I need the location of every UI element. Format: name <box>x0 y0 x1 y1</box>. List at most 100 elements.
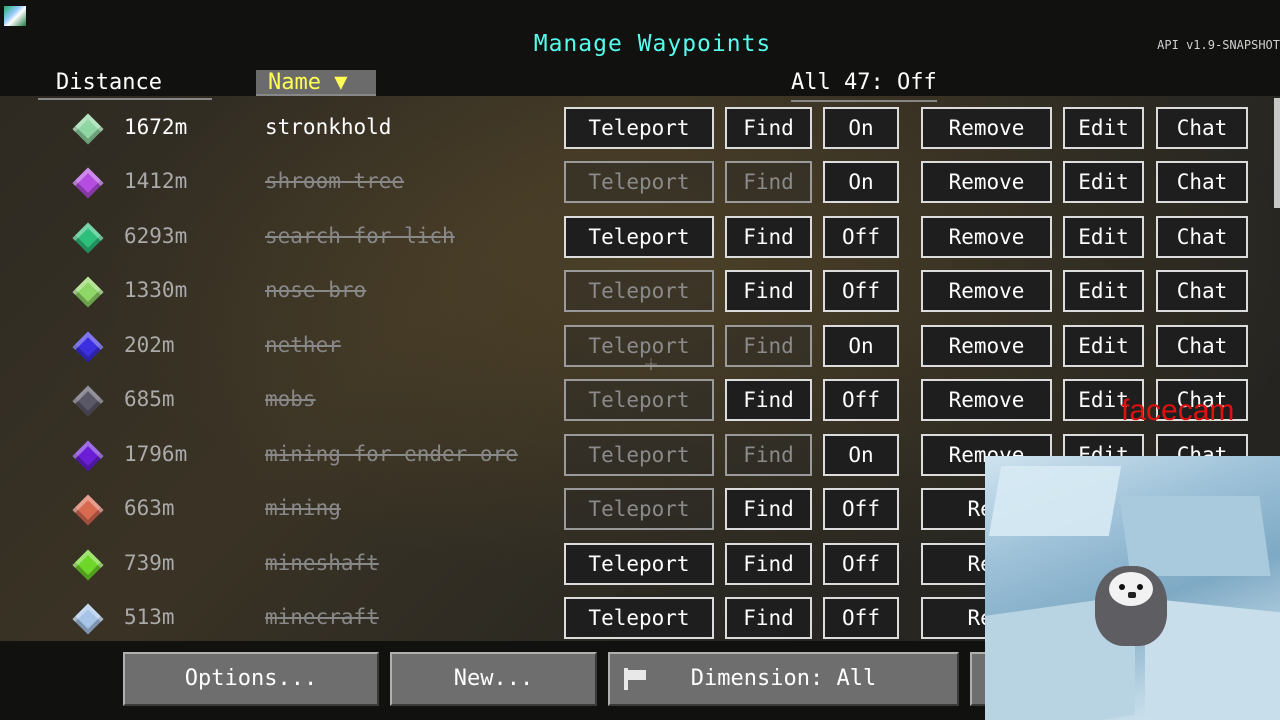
edit-button[interactable]: Edit <box>1063 325 1144 367</box>
dimension-label: Dimension: All <box>690 666 877 691</box>
ice-block <box>988 466 1122 536</box>
toggle-button[interactable]: Off <box>823 379 899 421</box>
waypoint-name: mobs <box>265 387 316 411</box>
chat-button[interactable]: Chat <box>1156 216 1248 258</box>
remove-button[interactable]: Remove <box>921 325 1052 367</box>
remove-button[interactable]: Remove <box>921 270 1052 312</box>
waypoint-row[interactable]: 1672m stronkhold Teleport Find On Remove Edit C… <box>0 107 1280 161</box>
chat-button[interactable]: Chat <box>1156 161 1248 203</box>
waypoint-row[interactable]: 1412m shroom tree Teleport Find On Remove Edit… <box>0 161 1280 215</box>
waypoint-gem-icon <box>72 385 104 417</box>
facecam-video <box>985 456 1280 720</box>
waypoint-name: search for lich <box>265 224 455 248</box>
toggle-button[interactable]: On <box>823 107 899 149</box>
api-version: API v1.9-SNAPSHOT <box>1157 38 1280 52</box>
edit-button[interactable]: Edit <box>1063 216 1144 258</box>
find-button[interactable]: Find <box>725 597 812 639</box>
waypoint-name: nose bro <box>265 278 367 302</box>
chat-button[interactable]: Chat <box>1156 270 1248 312</box>
waypoint-distance: 739m <box>124 551 175 575</box>
waypoint-distance: 1796m <box>124 442 188 466</box>
find-button[interactable]: Find <box>725 325 812 367</box>
waypoint-row[interactable]: 202m nether Teleport Find On Remove Edit Chat <box>0 325 1280 379</box>
penguin-face <box>1109 572 1153 606</box>
waypoint-row[interactable]: 6293m search for lich Teleport Find Off Remov… <box>0 216 1280 270</box>
waypoint-name: shroom tree <box>265 169 405 193</box>
teleport-button[interactable]: Teleport <box>564 434 714 476</box>
ice-block <box>1119 496 1271 576</box>
waypoint-distance: 663m <box>124 496 175 520</box>
teleport-button[interactable]: Teleport <box>564 379 714 421</box>
chat-button[interactable]: Chat <box>1156 107 1248 149</box>
find-button[interactable]: Find <box>725 434 812 476</box>
toggle-button[interactable]: On <box>823 325 899 367</box>
page-title: Manage Waypoints <box>533 31 772 57</box>
waypoint-distance: 1330m <box>124 278 188 302</box>
scrollbar[interactable] <box>1274 98 1280 208</box>
waypoint-row[interactable]: 685m mobs Teleport Find Off Remove Edit Chat <box>0 379 1280 433</box>
waypoint-gem-icon <box>72 494 104 526</box>
toggle-all-button[interactable]: All 47: Off <box>791 70 937 102</box>
penguin-beak <box>1128 592 1136 598</box>
teleport-button[interactable]: Teleport <box>564 597 714 639</box>
find-button[interactable]: Find <box>725 216 812 258</box>
find-button[interactable]: Find <box>725 379 812 421</box>
waypoint-gem-icon <box>72 167 104 199</box>
find-button[interactable]: Find <box>725 270 812 312</box>
penguin-eye <box>1137 584 1143 590</box>
new-waypoint-button[interactable]: New... <box>390 652 597 706</box>
app-logo-icon <box>4 6 26 26</box>
teleport-button[interactable]: Teleport <box>564 270 714 312</box>
remove-button[interactable]: Remove <box>921 379 1052 421</box>
waypoint-name: stronkhold <box>265 115 392 139</box>
edit-button[interactable]: Edit <box>1063 270 1144 312</box>
sort-name-header[interactable]: Name ▼ <box>256 70 376 96</box>
find-button[interactable]: Find <box>725 107 812 149</box>
toggle-button[interactable]: Off <box>823 488 899 530</box>
find-button[interactable]: Find <box>725 543 812 585</box>
remove-button[interactable]: Remove <box>921 161 1052 203</box>
toggle-button[interactable]: On <box>823 161 899 203</box>
toggle-button[interactable]: Off <box>823 543 899 585</box>
waypoint-gem-icon <box>72 222 104 254</box>
waypoint-distance: 1412m <box>124 169 188 193</box>
waypoint-name: mineshaft <box>265 551 379 575</box>
waypoint-gem-icon <box>72 603 104 635</box>
remove-button[interactable]: Remove <box>921 107 1052 149</box>
waypoint-distance: 1672m <box>124 115 188 139</box>
waypoint-distance: 202m <box>124 333 175 357</box>
chat-button[interactable]: Chat <box>1156 325 1248 367</box>
waypoint-distance: 6293m <box>124 224 188 248</box>
toggle-button[interactable]: Off <box>823 270 899 312</box>
edit-button[interactable]: Edit <box>1063 107 1144 149</box>
waypoint-gem-icon <box>72 276 104 308</box>
toggle-button[interactable]: Off <box>823 597 899 639</box>
waypoint-gem-icon <box>72 549 104 581</box>
waypoint-name: mining for ender ore <box>265 442 518 466</box>
teleport-button[interactable]: Teleport <box>564 161 714 203</box>
penguin-eye <box>1119 584 1125 590</box>
facecam-label: facecam <box>1121 394 1235 427</box>
remove-button[interactable]: Remove <box>921 216 1052 258</box>
teleport-button[interactable]: Teleport <box>564 107 714 149</box>
teleport-button[interactable]: Teleport <box>564 325 714 367</box>
find-button[interactable]: Find <box>725 488 812 530</box>
options-button[interactable]: Options... <box>123 652 379 706</box>
find-button[interactable]: Find <box>725 161 812 203</box>
toggle-button[interactable]: Off <box>823 216 899 258</box>
teleport-button[interactable]: Teleport <box>564 216 714 258</box>
waypoint-distance: 685m <box>124 387 175 411</box>
waypoint-gem-icon <box>72 113 104 145</box>
flag-icon <box>624 668 650 690</box>
sort-distance-header[interactable]: Distance <box>38 70 212 100</box>
waypoint-name: nether <box>265 333 341 357</box>
waypoint-distance: 513m <box>124 605 175 629</box>
waypoint-row[interactable]: 1330m nose bro Teleport Find Off Remove Edit Ch… <box>0 270 1280 324</box>
dimension-button[interactable]: Dimension: All <box>608 652 959 706</box>
teleport-button[interactable]: Teleport <box>564 488 714 530</box>
edit-button[interactable]: Edit <box>1063 161 1144 203</box>
waypoint-gem-icon <box>72 331 104 363</box>
teleport-button[interactable]: Teleport <box>564 543 714 585</box>
toggle-button[interactable]: On <box>823 434 899 476</box>
waypoint-name: minecraft <box>265 605 379 629</box>
